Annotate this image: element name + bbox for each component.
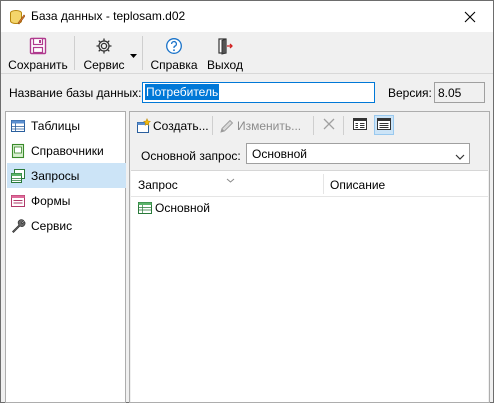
- query-icon: [137, 200, 153, 216]
- details-view-button[interactable]: [350, 115, 370, 135]
- database-name-value: Потребитель: [145, 84, 220, 100]
- toolbar-divider: [74, 36, 75, 70]
- sidebar: Таблицы Справочники Запросы Формы Сервис: [5, 111, 126, 403]
- sidebar-item-tables[interactable]: Таблицы: [7, 113, 126, 138]
- main-query-value: Основной: [252, 147, 308, 161]
- close-button[interactable]: [447, 1, 493, 32]
- toolbar-divider: [142, 36, 143, 70]
- column-header-query[interactable]: Запрос: [138, 178, 178, 192]
- toolbar-divider: [343, 116, 344, 135]
- list-header: Запрос Описание: [131, 171, 488, 197]
- details-view-icon: [352, 116, 368, 135]
- sidebar-item-queries[interactable]: Запросы: [7, 163, 126, 188]
- service-dropdown-arrow-icon[interactable]: [130, 47, 137, 61]
- database-window: База данных - teplosam.d02 Сохранить Сер…: [0, 0, 494, 403]
- query-icon: [10, 168, 26, 184]
- wrench-icon: [10, 218, 26, 234]
- save-label: Сохранить: [8, 58, 68, 72]
- delete-button[interactable]: [321, 114, 337, 137]
- main-query-row: Основной запрос: Основной: [130, 140, 489, 166]
- reference-book-icon: [10, 143, 26, 159]
- main-query-select[interactable]: Основной: [246, 143, 470, 164]
- table-icon: [10, 118, 26, 134]
- database-pencil-icon: [9, 9, 26, 25]
- chevron-down-icon: [455, 149, 465, 163]
- list-item[interactable]: Основной: [137, 199, 210, 217]
- service-button[interactable]: Сервис: [80, 32, 128, 74]
- version-label: Версия:: [388, 86, 432, 100]
- gear-icon: [95, 35, 113, 57]
- delete-x-icon: [323, 118, 335, 133]
- column-divider[interactable]: [323, 174, 324, 194]
- main-toolbar: Сохранить Сервис Справка Выход: [1, 32, 493, 74]
- database-name-row: Название базы данных: Потребитель Версия…: [1, 80, 493, 106]
- help-icon: [165, 35, 183, 57]
- form-icon: [10, 193, 26, 209]
- list-view-icon: [376, 116, 392, 135]
- queries-list[interactable]: Запрос Описание Основной: [131, 170, 488, 402]
- title-bar: База данных - teplosam.d02: [1, 1, 493, 32]
- save-button[interactable]: Сохранить: [5, 32, 71, 74]
- queries-panel: Создать... Изменить... Основной запрос: …: [129, 111, 490, 403]
- column-header-description[interactable]: Описание: [330, 178, 385, 192]
- version-value: 8.05: [438, 86, 462, 100]
- list-view-button[interactable]: [374, 115, 394, 135]
- exit-door-icon: [216, 35, 234, 57]
- sidebar-item-label: Сервис: [31, 218, 73, 233]
- edit-button[interactable]: Изменить...: [218, 114, 301, 137]
- toolbar-divider: [212, 116, 213, 135]
- sidebar-item-service[interactable]: Сервис: [7, 213, 126, 238]
- exit-button[interactable]: Выход: [204, 32, 246, 74]
- sidebar-item-forms[interactable]: Формы: [7, 188, 126, 213]
- main-query-label: Основной запрос:: [141, 149, 241, 163]
- list-item-name: Основной: [155, 201, 211, 215]
- sidebar-item-label: Запросы: [31, 168, 80, 183]
- create-label: Создать...: [153, 118, 209, 133]
- create-new-icon: [134, 117, 151, 134]
- sidebar-item-label: Справочники: [31, 143, 104, 158]
- edit-label: Изменить...: [237, 118, 302, 133]
- sidebar-item-label: Таблицы: [31, 118, 81, 133]
- sidebar-item-references[interactable]: Справочники: [7, 138, 126, 163]
- edit-pencil-icon: [218, 118, 235, 134]
- queries-toolbar: Создать... Изменить...: [130, 112, 489, 139]
- toolbar-divider: [313, 116, 314, 135]
- create-button[interactable]: Создать...: [134, 114, 209, 137]
- window-title: База данных - teplosam.d02: [31, 9, 186, 23]
- sidebar-item-label: Формы: [31, 193, 71, 208]
- save-icon: [29, 35, 47, 57]
- help-button[interactable]: Справка: [148, 32, 200, 74]
- close-icon: [464, 11, 476, 22]
- service-label: Сервис: [83, 58, 125, 72]
- version-field: 8.05: [434, 82, 485, 103]
- database-name-input[interactable]: Потребитель: [142, 82, 375, 103]
- sort-arrow-icon: [226, 172, 235, 186]
- database-name-label: Название базы данных:: [9, 86, 142, 100]
- help-label: Справка: [150, 58, 198, 72]
- exit-label: Выход: [207, 58, 243, 72]
